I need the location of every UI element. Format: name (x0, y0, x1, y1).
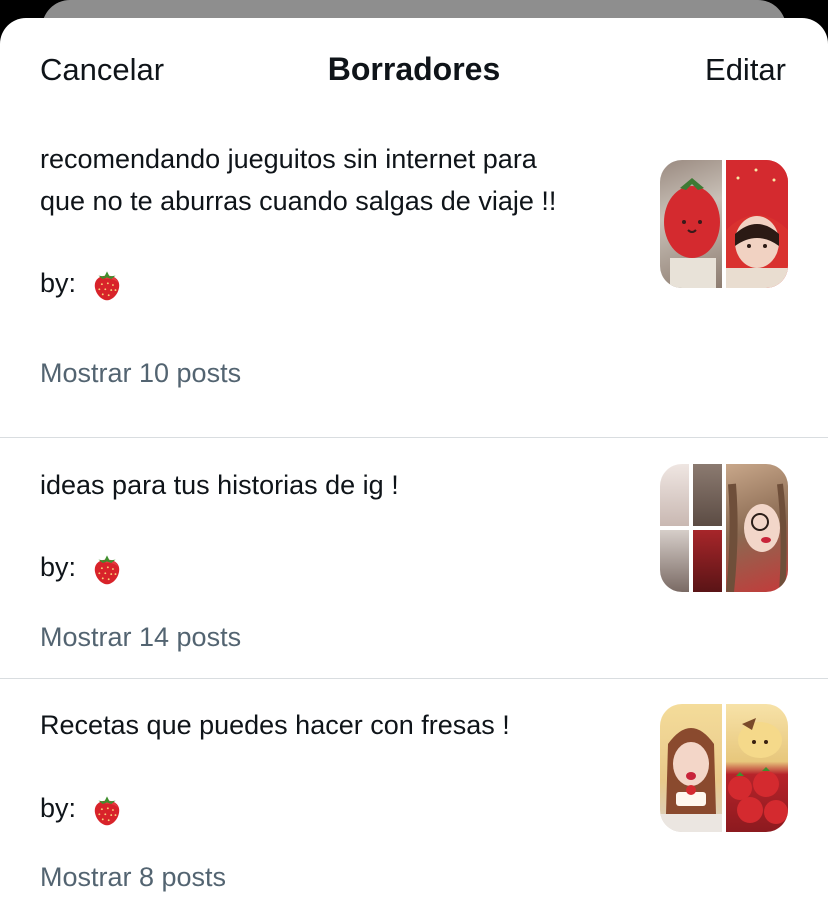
collage-tile (660, 530, 689, 592)
draft-byline: by: (40, 546, 124, 588)
girl-with-braids-image (726, 483, 787, 592)
draft-item[interactable]: ideas para tus historias de ig ! by: Mos… (0, 464, 828, 678)
collage-tile (660, 464, 689, 526)
draft-text-line: que no te aburras cuando salgas de viaje… (40, 186, 557, 216)
show-posts-link[interactable]: Mostrar 8 posts (40, 862, 226, 893)
show-posts-link[interactable]: Mostrar 14 posts (40, 622, 241, 653)
strawberry-icon (94, 555, 119, 585)
divider (0, 437, 828, 438)
draft-thumbnail (660, 464, 788, 592)
draft-text-line: recomendando jueguitos sin internet para (40, 144, 537, 174)
collage-tile (693, 464, 722, 526)
show-posts-link[interactable]: Mostrar 10 posts (40, 358, 241, 389)
drafts-sheet: Cancelar Borradores Editar recomendando … (0, 18, 828, 918)
divider (0, 678, 828, 679)
draft-thumbnail (660, 160, 788, 288)
draft-thumbnail (660, 704, 788, 832)
strawberry-plush-image (664, 178, 720, 288)
thumbnail-image (726, 464, 788, 592)
draft-text: recomendando jueguitos sin internet para… (40, 138, 640, 222)
thumbnail-image (726, 160, 788, 288)
strawberry-icon (94, 271, 119, 301)
draft-text-line: ideas para tus historias de ig ! (40, 470, 399, 500)
strawberry-icon (94, 796, 119, 826)
thumbnail-image (660, 464, 722, 592)
girl-strawberry-hat-image (726, 160, 788, 288)
edit-button[interactable]: Editar (705, 52, 786, 88)
draft-text-line: Recetas que puedes hacer con fresas ! (40, 710, 510, 740)
sheet-header: Cancelar Borradores Editar (0, 18, 828, 118)
cancel-button[interactable]: Cancelar (40, 52, 164, 88)
thumbnail-image (726, 704, 788, 832)
draft-text: ideas para tus historias de ig ! (40, 464, 640, 506)
byline-label: by: (40, 268, 77, 298)
draft-byline: by: (40, 787, 124, 829)
draft-text: Recetas que puedes hacer con fresas ! (40, 704, 640, 746)
pompompurin-strawberries-image (728, 718, 788, 824)
girl-with-cake-image (660, 728, 722, 832)
thumbnail-image (660, 160, 722, 288)
thumbnail-image (660, 704, 722, 832)
byline-label: by: (40, 552, 77, 582)
draft-byline: by: (40, 262, 124, 304)
byline-label: by: (40, 793, 77, 823)
draft-item[interactable]: recomendando jueguitos sin internet para… (0, 138, 828, 438)
draft-item[interactable]: Recetas que puedes hacer con fresas ! by… (0, 704, 828, 918)
collage-tile (693, 530, 722, 592)
